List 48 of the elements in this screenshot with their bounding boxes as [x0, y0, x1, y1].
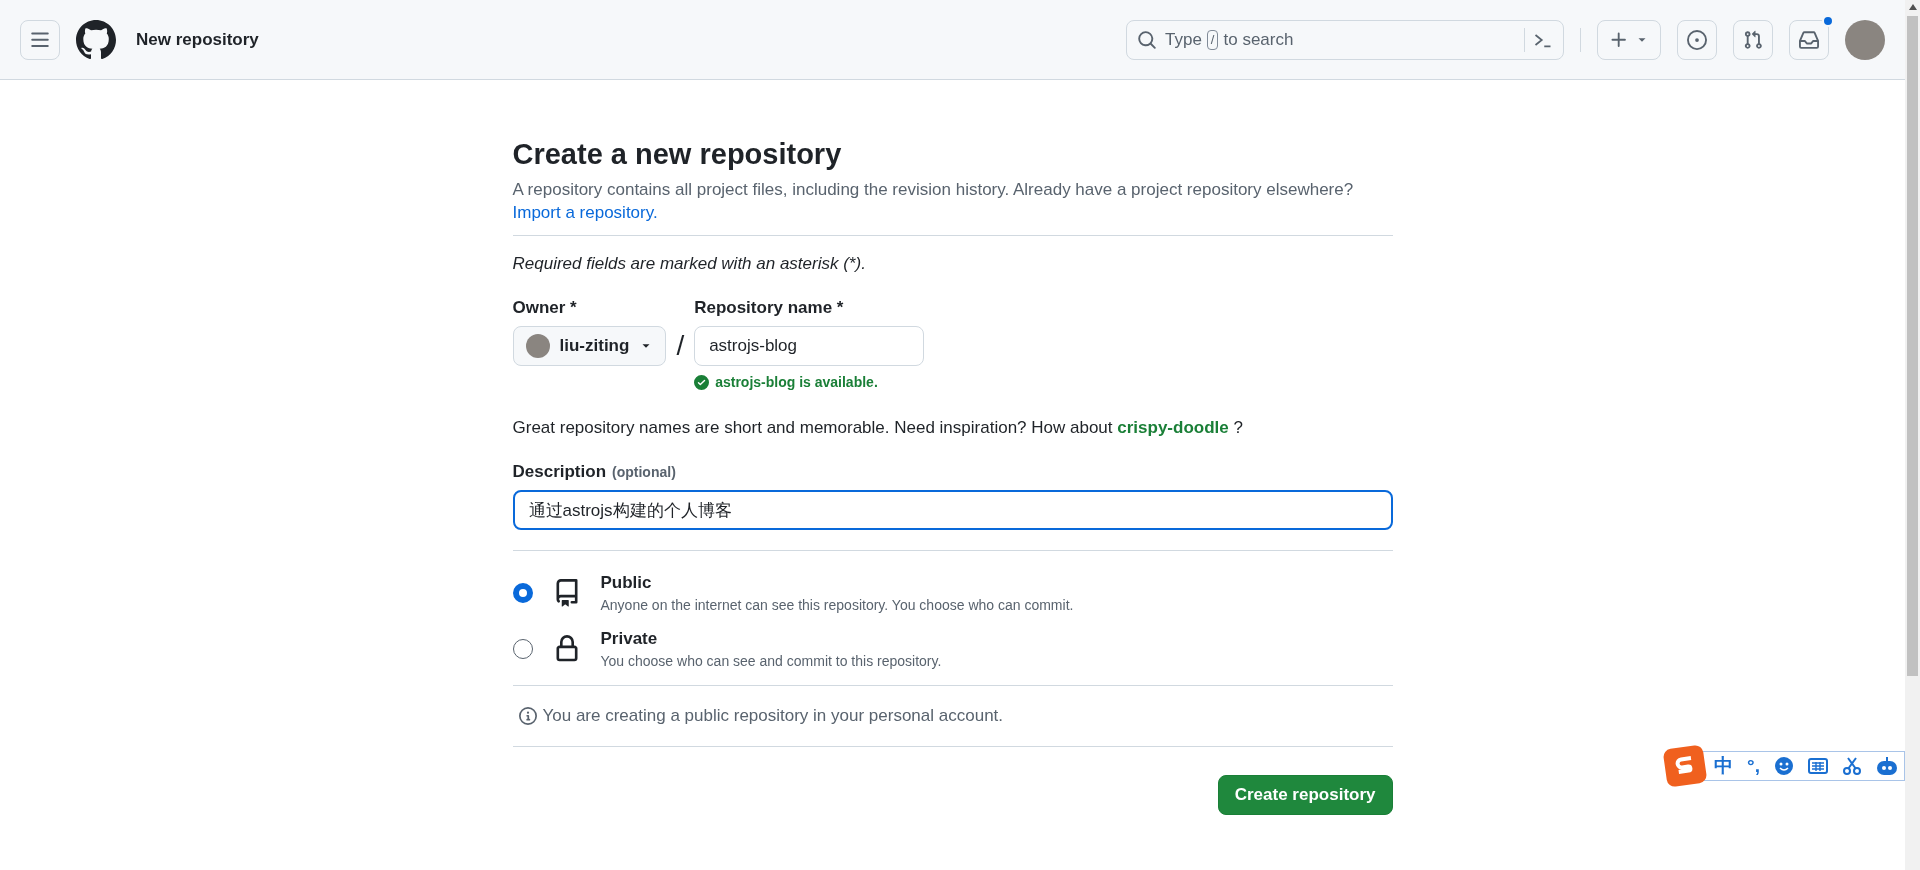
search-placeholder: to search — [1223, 29, 1294, 50]
create-repository-button[interactable]: Create repository — [1217, 775, 1393, 815]
owner-label: Owner * — [512, 298, 578, 318]
pull-requests-button[interactable] — [1733, 19, 1773, 60]
create-new-button[interactable] — [1597, 19, 1661, 60]
description-label: Description — [512, 462, 607, 482]
visibility-title: Public — [600, 573, 653, 593]
slash-separator: / — [676, 330, 685, 362]
repo-name-label: Repository name * — [694, 298, 845, 318]
description-input[interactable]: 通过astrojs构建的个人博客 — [512, 490, 1393, 530]
ime-mode-toggle[interactable]: 中 — [1714, 753, 1734, 779]
scissors-icon[interactable] — [1842, 756, 1862, 776]
search-icon — [1137, 29, 1157, 50]
scroll-up-arrow-icon[interactable] — [1908, 4, 1917, 10]
ime-logo-icon[interactable] — [1662, 744, 1708, 788]
issues-button[interactable] — [1677, 19, 1717, 60]
radio-button[interactable] — [512, 583, 533, 603]
visibility-description: Anyone on the internet can see this repository. You choose who can commit. — [600, 597, 1074, 613]
suggestion-text: Great repository names are short and memorable. Need inspiration? How about crispy-doodle ? — [512, 418, 1244, 438]
search-placeholder: Type — [1165, 29, 1202, 50]
page-title: New repository — [136, 29, 259, 50]
owner-dropdown[interactable]: liu-ziting — [512, 326, 667, 366]
visibility-description: You choose who can see and commit to this repository. — [600, 653, 942, 669]
suggested-name-link[interactable]: crispy-doodle — [1117, 418, 1229, 437]
pull-request-icon — [1743, 29, 1763, 50]
radio-button[interactable] — [512, 639, 533, 659]
intro-text: A repository contains all project files, including the revision history. Already have a project repository elsewhere? — [512, 179, 1355, 201]
required-note: Required fields are marked with an asterisk (*). — [512, 254, 867, 274]
form-title: Create a new repository — [512, 138, 843, 171]
optional-hint: (optional) — [612, 464, 676, 480]
punctuation-toggle[interactable]: °, — [1747, 755, 1760, 777]
octocat-logo-icon[interactable] — [76, 19, 116, 60]
robot-icon[interactable] — [1876, 756, 1898, 776]
inbox-icon — [1799, 29, 1819, 50]
smiley-icon[interactable] — [1774, 756, 1794, 776]
search-field[interactable]: Type / to search — [1126, 19, 1564, 60]
keyboard-icon[interactable] — [1808, 758, 1828, 774]
owner-avatar — [525, 334, 550, 358]
import-link[interactable]: Import a repository. — [512, 203, 658, 222]
user-avatar[interactable] — [1845, 19, 1885, 60]
slash-key: / — [1206, 29, 1219, 50]
scrollbar[interactable] — [1905, 0, 1920, 870]
info-icon — [518, 707, 537, 725]
menu-button[interactable] — [20, 19, 60, 60]
availability-text: astrojs-blog is available. — [715, 374, 878, 390]
visibility-title: Private — [600, 629, 659, 649]
notice-text: You are creating a public repository in your personal account. — [542, 706, 1004, 726]
repo-name-input[interactable]: astrojs-blog — [694, 326, 925, 366]
